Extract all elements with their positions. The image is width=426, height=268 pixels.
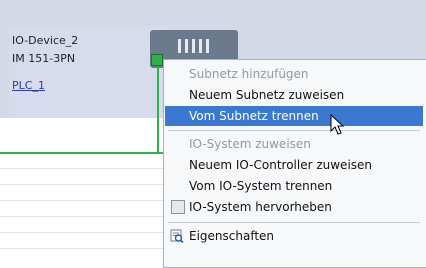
- device-type: IM 151-3PN: [12, 52, 76, 65]
- divider: [0, 200, 180, 201]
- menu-item-label: Vom Subnetz trennen: [189, 109, 319, 123]
- menu-item-label: IO-System zuweisen: [189, 137, 311, 151]
- properties-icon: [170, 229, 184, 243]
- menu-item-disconnect-subnet[interactable]: Vom Subnetz trennen: [165, 106, 423, 126]
- menu-item-properties[interactable]: Eigenschaften: [165, 226, 423, 246]
- menu-item-assign-new-subnet[interactable]: Neuem Subnetz zuweisen: [165, 85, 423, 105]
- menu-item-highlight-io-system[interactable]: IO-System hervorheben: [165, 197, 423, 217]
- checkbox-icon[interactable]: [171, 200, 185, 214]
- menu-item-assign-new-io-controller[interactable]: Neuem IO-Controller zuweisen: [165, 155, 423, 175]
- menu-item-label: Vom IO-System trennen: [189, 179, 333, 193]
- ethernet-port[interactable]: [151, 54, 163, 66]
- menu-item-label: IO-System hervorheben: [189, 200, 332, 214]
- device-name: IO-Device_2: [12, 34, 79, 47]
- subnet-drop-line: [157, 64, 159, 154]
- module-slots: [178, 38, 213, 57]
- menu-item-label: Subnetz hinzufügen: [189, 67, 309, 81]
- menu-item-label: Neuem Subnetz zuweisen: [189, 88, 345, 102]
- menu-item-disconnect-io-system[interactable]: Vom IO-System trennen: [165, 176, 423, 196]
- controller-link[interactable]: PLC_1: [12, 79, 45, 92]
- menu-item-label: Eigenschaften: [189, 229, 275, 243]
- divider: [0, 168, 180, 169]
- menu-separator: [168, 130, 420, 131]
- subnet-line[interactable]: [0, 152, 172, 154]
- context-menu: Subnetz hinzufügen Neuem Subnetz zuweise…: [163, 59, 426, 268]
- menu-item-add-subnet: Subnetz hinzufügen: [165, 64, 423, 84]
- menu-item-assign-io-system: IO-System zuweisen: [165, 134, 423, 154]
- divider: [0, 216, 180, 217]
- divider: [0, 184, 180, 185]
- divider: [0, 232, 180, 233]
- divider: [0, 248, 180, 249]
- mouse-cursor-icon: [330, 114, 345, 135]
- menu-separator: [168, 222, 420, 223]
- menu-item-label: Neuem IO-Controller zuweisen: [189, 158, 373, 172]
